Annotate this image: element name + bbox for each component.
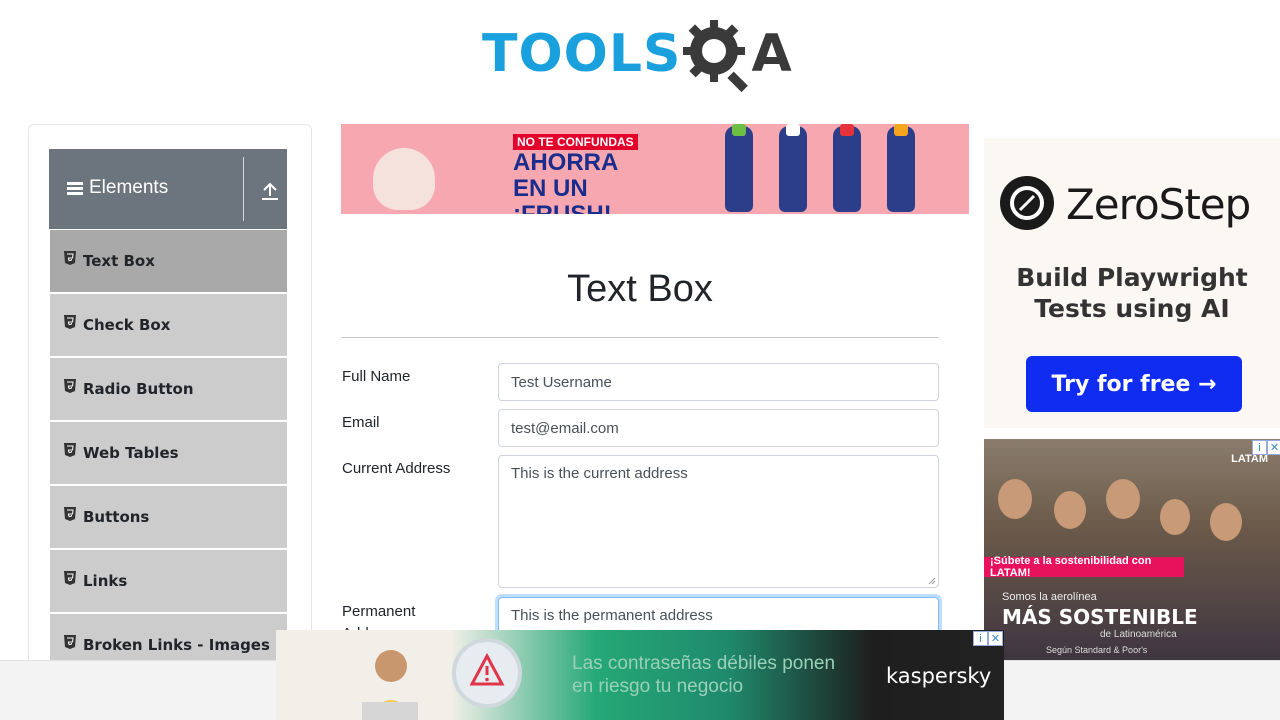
person-with-laptop-image (362, 650, 418, 720)
logo-a-letter: A (751, 24, 792, 84)
html5-icon (64, 379, 76, 393)
full-name-input[interactable]: Test Username (498, 363, 939, 401)
sidebar-item-label: Check Box (83, 316, 171, 334)
close-icon[interactable]: ✕ (1267, 440, 1280, 455)
money-bag-image (373, 148, 435, 210)
sidebar-item-label: Radio Button (83, 380, 194, 398)
html5-icon (64, 635, 76, 649)
logo-qa-mark: A (681, 16, 792, 92)
html5-icon (64, 251, 76, 265)
logo-text: TOOLS (482, 24, 682, 84)
zerostep-brand: ZeroStep (1066, 180, 1251, 229)
site-header: TOOLS A (0, 0, 1280, 110)
permanent-address-label-line1: Permanent (342, 603, 416, 620)
sidebar-item-label: Buttons (83, 508, 150, 526)
bottle-image (725, 124, 753, 212)
latam-footnote: Según Standard & Poor's (1046, 645, 1148, 655)
email-label: Email (342, 414, 380, 431)
latam-ad[interactable]: LATAM ¡Súbete a la sostenibilidad con LA… (984, 439, 1280, 660)
html5-icon (64, 571, 76, 585)
resize-grip-icon[interactable] (928, 577, 936, 585)
sidebar-item-links[interactable]: Links (49, 549, 287, 613)
current-address-label: Current Address (342, 460, 451, 477)
sidebar-item-web-tables[interactable]: Web Tables (49, 421, 287, 485)
current-address-value: This is the current address (511, 465, 688, 482)
email-input[interactable]: test@email.com (498, 409, 939, 447)
person-image (1106, 479, 1140, 519)
latam-headline: MÁS SOSTENIBLE (1002, 605, 1198, 629)
ad-headline-large: AHORRA EN UN ¡FRUSH! (513, 149, 618, 215)
html5-icon (64, 507, 76, 521)
zerostep-ad[interactable]: ZeroStep Build Playwright Tests using AI… (984, 138, 1280, 428)
page: TOOLS A Elements Text Box Check Box Radi… (0, 0, 1280, 720)
gear-search-icon (683, 20, 749, 92)
sidebar-item-label: Links (83, 572, 128, 590)
kaspersky-message: Las contraseñas débiles ponen en riesgo … (572, 652, 835, 698)
warning-icon (469, 652, 505, 686)
full-name-label: Full Name (342, 368, 411, 385)
bottle-image (887, 124, 915, 212)
email-value: test@email.com (511, 419, 619, 437)
elements-group-header[interactable]: Elements (49, 149, 287, 229)
full-name-value: Test Username (511, 373, 612, 391)
sidebar-item-label: Text Box (83, 252, 155, 270)
page-title: Text Box (567, 268, 713, 310)
zerostep-tagline: Build Playwright Tests using AI (984, 262, 1280, 324)
latam-small-text: Somos la aerolínea (1002, 591, 1097, 603)
latam-strip: ¡Súbete a la sostenibilidad con LATAM! (984, 555, 1184, 579)
group-title: Elements (67, 177, 168, 199)
person-image (998, 479, 1032, 519)
sidebar-item-label: Broken Links - Images (83, 636, 270, 654)
permanent-address-value: This is the permanent address (511, 607, 713, 624)
group-divider (243, 157, 244, 221)
sidebar-item-text-box[interactable]: Text Box (49, 229, 287, 293)
collapse-arrow-icon[interactable] (259, 181, 281, 201)
frush-banner-ad[interactable]: NO TE CONFUNDAS AHORRA EN UN ¡FRUSH! (341, 124, 969, 214)
group-title-label: Elements (89, 177, 169, 198)
current-address-textarea[interactable]: This is the current address (498, 455, 939, 588)
ad-choices-icon[interactable]: i (973, 631, 988, 646)
kaspersky-brand: kaspersky (886, 664, 992, 688)
hamburger-icon (67, 181, 83, 195)
sidebar-item-radio-button[interactable]: Radio Button (49, 357, 287, 421)
try-for-free-button[interactable]: Try for free → (1026, 356, 1242, 412)
ad-headline-small: NO TE CONFUNDAS (513, 134, 638, 150)
bottle-image (833, 124, 861, 212)
warning-badge (452, 638, 522, 708)
zerostep-logo-icon (1000, 176, 1054, 230)
kaspersky-ad[interactable]: Las contraseñas débiles ponen en riesgo … (276, 630, 1004, 720)
person-image (1054, 491, 1086, 529)
person-image (1160, 499, 1190, 535)
sidebar-item-label: Web Tables (83, 444, 179, 462)
kaspersky-message-line2: en riesgo tu negocio (572, 676, 744, 697)
sidebar-item-buttons[interactable]: Buttons (49, 485, 287, 549)
person-image (1210, 503, 1242, 541)
latam-subtext: de Latinoamérica (1100, 629, 1177, 640)
zerostep-tagline-line2: Tests using AI (1034, 294, 1230, 323)
title-divider (341, 337, 939, 338)
ad-choices-icon[interactable]: i (1252, 440, 1267, 455)
kaspersky-message-line1: Las contraseñas débiles ponen (572, 653, 836, 674)
elements-menu-list: Text Box Check Box Radio Button Web Tabl… (49, 229, 287, 677)
html5-icon (64, 443, 76, 457)
html5-icon (64, 315, 76, 329)
zerostep-tagline-line1: Build Playwright (1016, 263, 1248, 292)
toolsqa-logo[interactable]: TOOLS A (482, 16, 804, 92)
bottle-image (779, 124, 807, 212)
close-icon[interactable]: ✕ (988, 631, 1003, 646)
sidebar-item-check-box[interactable]: Check Box (49, 293, 287, 357)
